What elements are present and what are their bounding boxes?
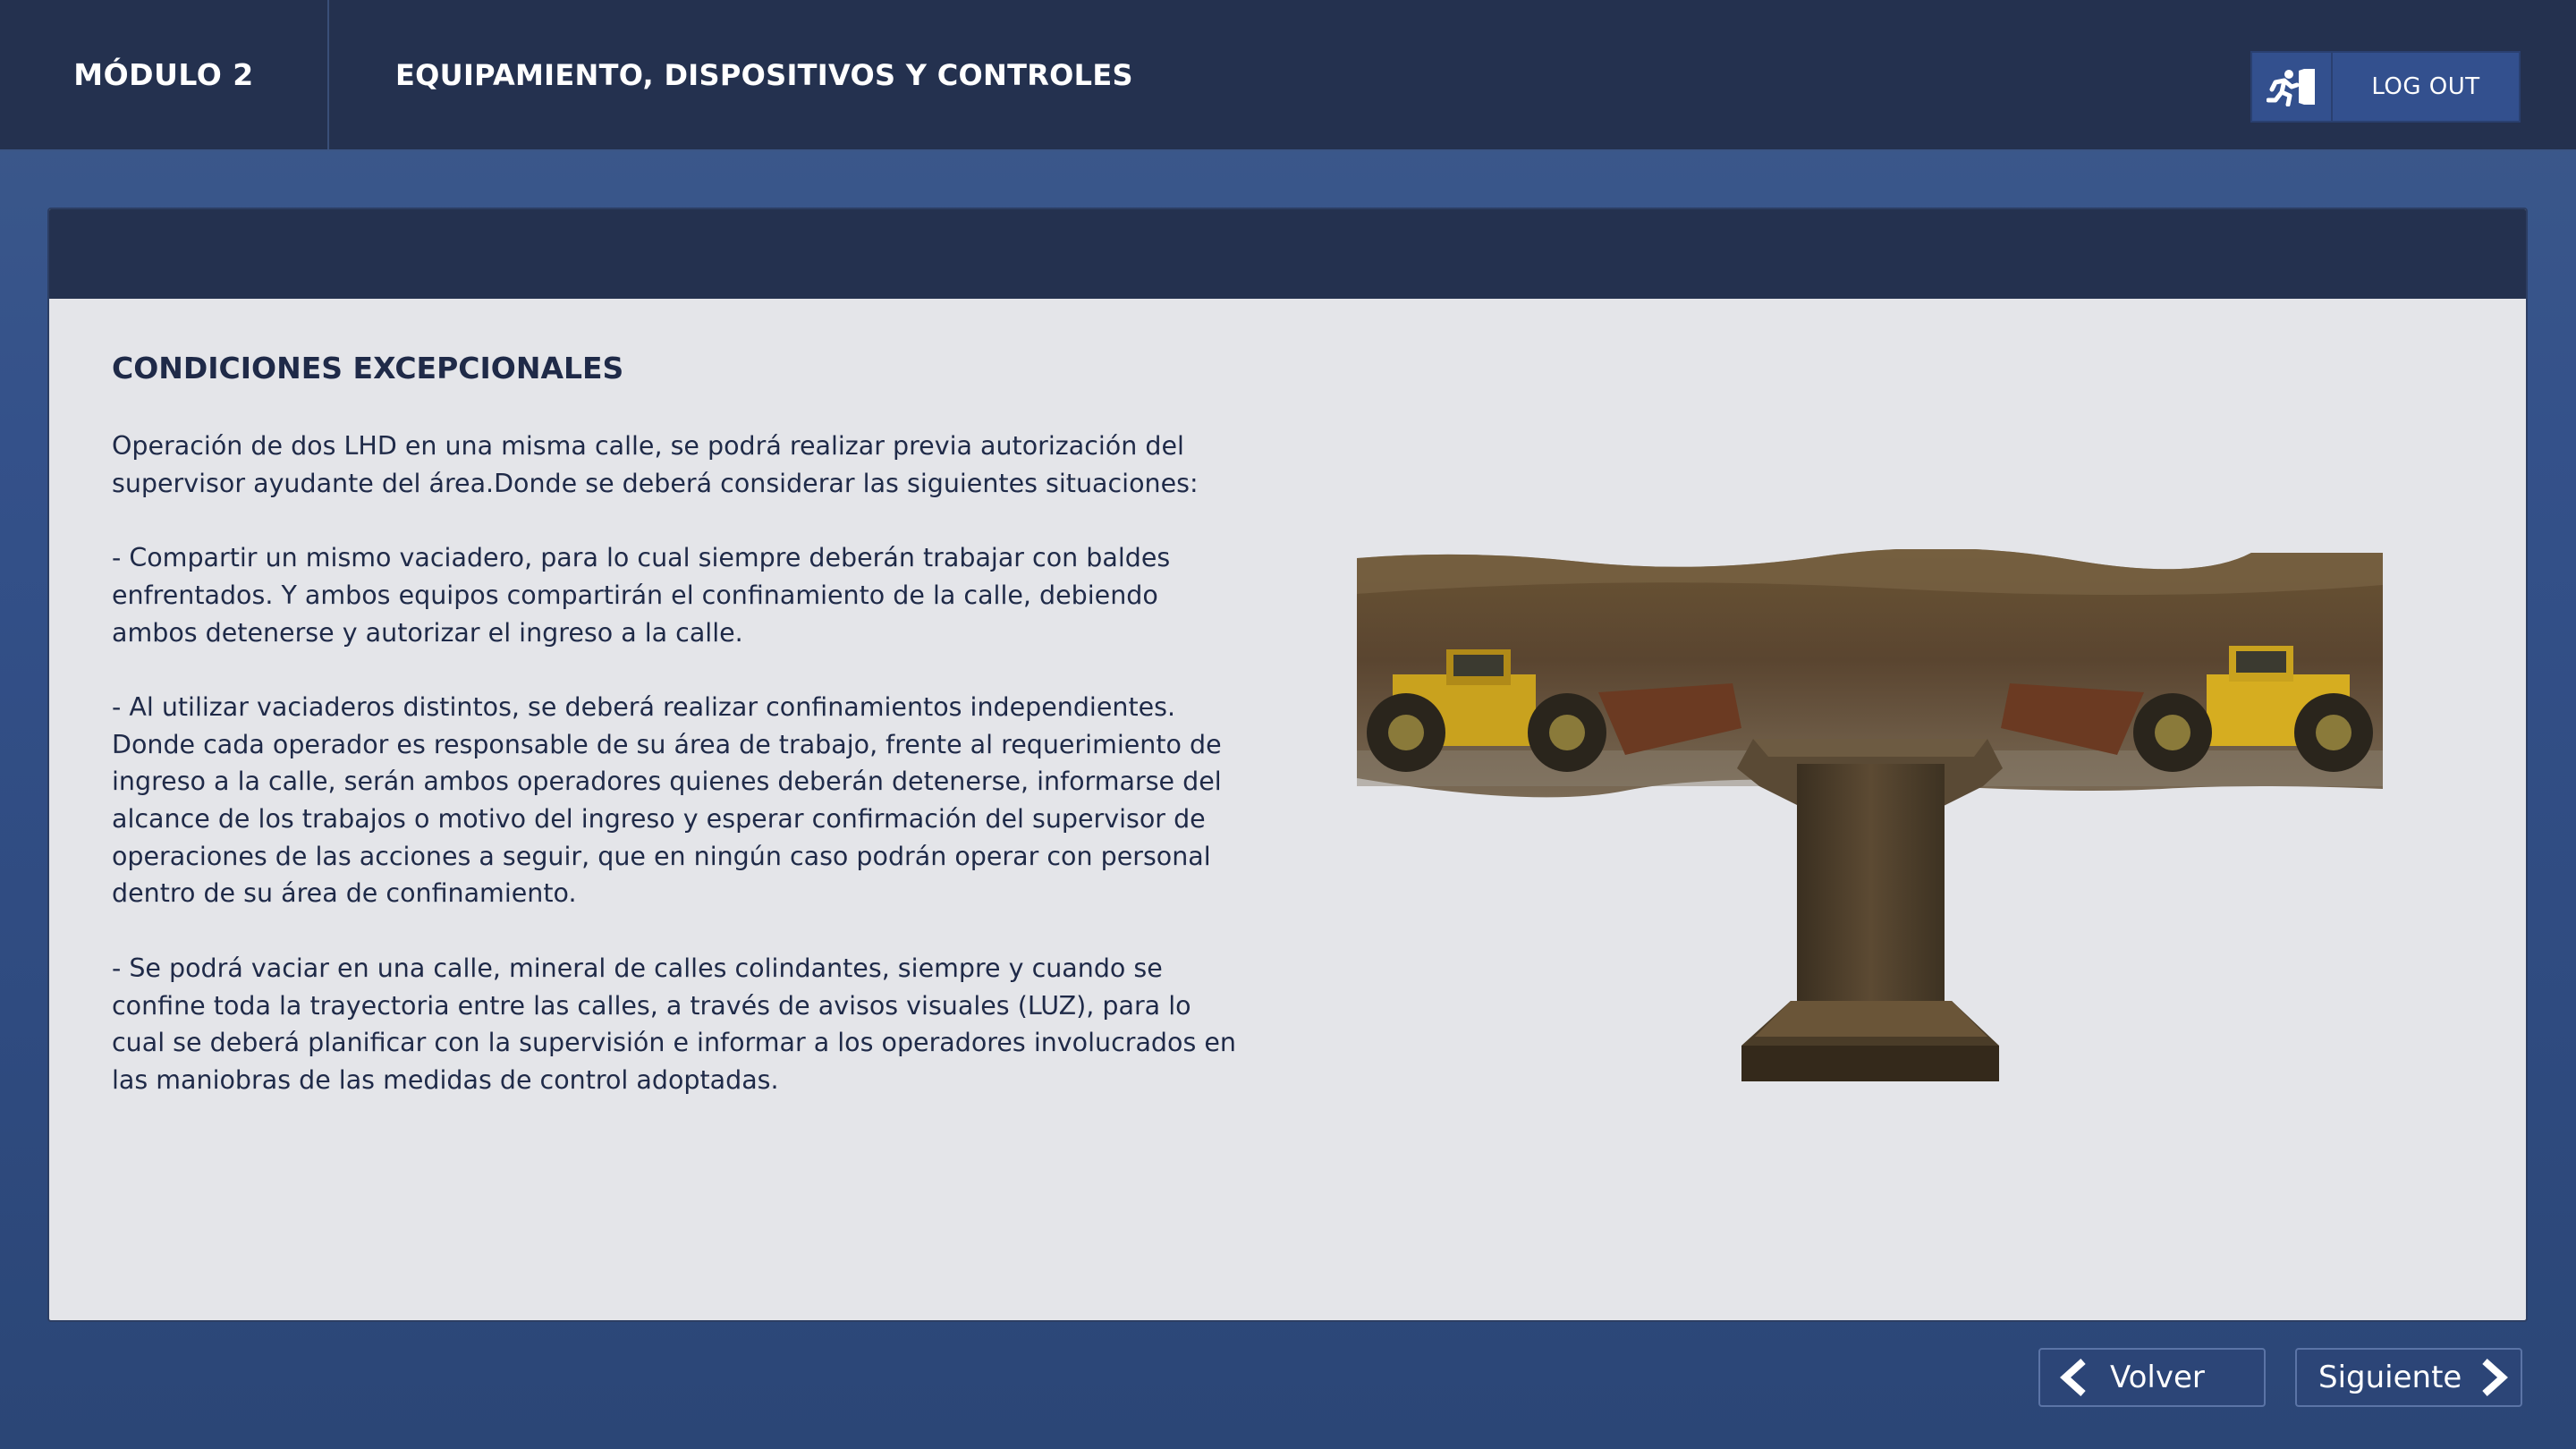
back-button[interactable]: Volver: [2038, 1348, 2266, 1407]
panel-header-bar: [49, 209, 2526, 299]
paragraph: - Se podrá vaciar en una calle, mineral …: [112, 953, 1236, 1095]
next-button[interactable]: Siguiente: [2295, 1348, 2522, 1407]
content-body: Operación de dos LHD en una misma calle,…: [112, 428, 1239, 1136]
chevron-right-icon: [2482, 1359, 2509, 1396]
paragraph: - Al utilizar vaciaderos distintos, se d…: [112, 691, 1222, 909]
exit-running-icon: [2252, 53, 2333, 121]
module-label: MÓDULO 2: [0, 0, 329, 149]
logout-label: LOG OUT: [2371, 73, 2480, 100]
content-title: CONDICIONES EXCEPCIONALES: [112, 351, 624, 386]
top-bar: MÓDULO 2 EQUIPAMIENTO, DISPOSITIVOS Y CO…: [0, 0, 2576, 151]
logout-button[interactable]: LOG OUT: [2250, 51, 2521, 123]
section-title: EQUIPAMIENTO, DISPOSITIVOS Y CONTROLES: [395, 57, 1133, 92]
chevron-left-icon: [2060, 1359, 2086, 1396]
content-panel: CONDICIONES EXCEPCIONALES Operación de d…: [47, 208, 2528, 1322]
mine-tunnel-illustration: [1357, 547, 2390, 1086]
back-label: Volver: [2110, 1360, 2205, 1395]
paragraph: Operación de dos LHD en una misma calle,…: [112, 431, 1199, 498]
paragraph: - Compartir un mismo vaciadero, para lo …: [112, 543, 1171, 648]
next-label: Siguiente: [2318, 1360, 2462, 1395]
